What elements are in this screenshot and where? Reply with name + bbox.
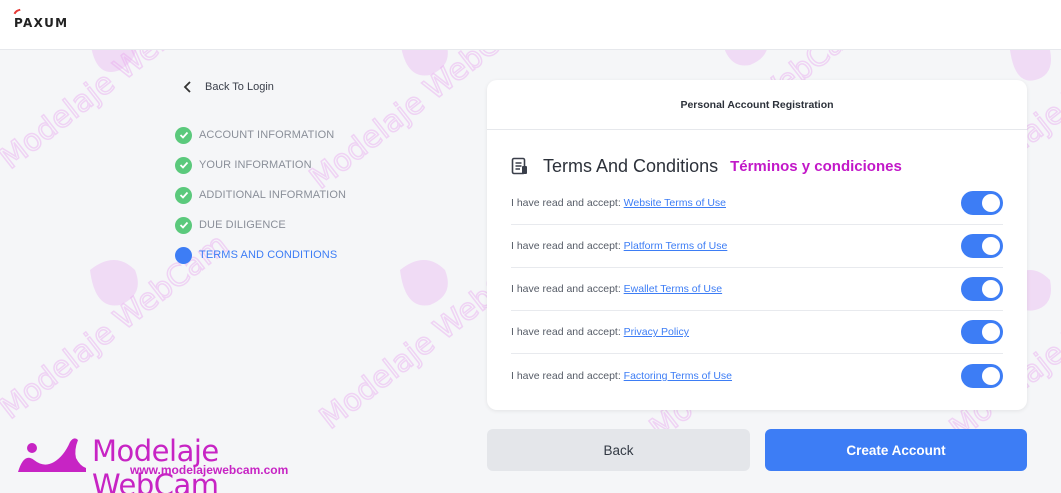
logo-text: PAXUM	[14, 16, 69, 30]
step-your-information: YOUR INFORMATION	[175, 150, 346, 180]
create-account-button[interactable]: Create Account	[765, 429, 1027, 471]
accept-prefix: I have read and accept:	[511, 283, 621, 295]
terms-row-factoring: I have read and accept: Factoring Terms …	[511, 354, 1003, 397]
check-circle-icon	[175, 186, 192, 204]
accept-prefix: I have read and accept:	[511, 240, 621, 252]
step-terms-and-conditions: TERMS AND CONDITIONS	[175, 240, 346, 270]
terms-list: I have read and accept: Website Terms of…	[511, 182, 1003, 397]
privacy-policy-toggle[interactable]	[961, 320, 1003, 344]
back-to-login-link[interactable]: Back To Login	[183, 80, 274, 94]
step-due-diligence: DUE DILIGENCE	[175, 210, 346, 240]
website-terms-toggle[interactable]	[961, 191, 1003, 215]
platform-terms-toggle[interactable]	[961, 234, 1003, 258]
terms-row-privacy: I have read and accept: Privacy Policy	[511, 311, 1003, 354]
terms-row-text: I have read and accept: Platform Terms o…	[511, 240, 727, 252]
toggle-knob	[982, 366, 1000, 385]
step-label: ADDITIONAL INFORMATION	[199, 189, 347, 201]
platform-terms-link[interactable]: Platform Terms of Use	[624, 240, 728, 252]
document-icon	[511, 157, 527, 175]
terms-row-text: I have read and accept: Website Terms of…	[511, 197, 726, 209]
website-terms-link[interactable]: Website Terms of Use	[624, 197, 726, 209]
step-label: DUE DILIGENCE	[199, 219, 286, 231]
step-label: YOUR INFORMATION	[199, 159, 312, 171]
paxum-logo[interactable]: PAXUM	[10, 8, 69, 30]
watermark-url: www.modelajewebcam.com	[130, 463, 289, 477]
ewallet-terms-link[interactable]: Ewallet Terms of Use	[624, 283, 722, 295]
terms-title: Terms And Conditions	[543, 156, 719, 176]
toggle-knob	[982, 237, 1000, 255]
accept-prefix: I have read and accept:	[511, 197, 621, 209]
watermark-figure-icon	[18, 438, 86, 472]
terms-title-spanish: Términos y condiciones	[730, 158, 902, 175]
toggle-knob	[982, 323, 1000, 341]
step-additional-information: ADDITIONAL INFORMATION	[175, 180, 346, 210]
accept-prefix: I have read and accept:	[511, 369, 621, 382]
terms-row-text: I have read and accept: Ewallet Terms of…	[511, 283, 722, 295]
section-title: Terms And Conditions Términos y condicio…	[511, 156, 902, 177]
step-label: ACCOUNT INFORMATION	[199, 129, 335, 141]
toggle-knob	[982, 194, 1000, 212]
step-label: TERMS AND CONDITIONS	[199, 249, 338, 261]
terms-row-ewallet: I have read and accept: Ewallet Terms of…	[511, 268, 1003, 311]
step-account-information: ACCOUNT INFORMATION	[175, 120, 346, 150]
chevron-left-icon	[183, 81, 191, 93]
factoring-terms-toggle[interactable]	[961, 363, 1003, 388]
toggle-knob	[982, 280, 1000, 298]
terms-row-platform: I have read and accept: Platform Terms o…	[511, 225, 1003, 268]
top-bar: PAXUM	[0, 0, 1061, 50]
terms-row-text: I have read and accept: Factoring Terms …	[511, 370, 732, 382]
check-circle-icon	[175, 156, 192, 174]
registration-card: Personal Account Registration Terms And …	[487, 80, 1027, 410]
back-to-login-label: Back To Login	[205, 81, 274, 93]
check-circle-icon	[175, 216, 192, 234]
back-button[interactable]: Back	[487, 429, 750, 471]
privacy-policy-link[interactable]: Privacy Policy	[624, 326, 689, 338]
terms-row-website: I have read and accept: Website Terms of…	[511, 182, 1003, 225]
ewallet-terms-toggle[interactable]	[961, 277, 1003, 301]
card-header: Personal Account Registration	[487, 80, 1027, 130]
terms-row-text: I have read and accept: Privacy Policy	[511, 326, 689, 338]
check-circle-icon	[175, 126, 192, 144]
watermark-logo: Modelaje WebCam www.modelajewebcam.com	[14, 432, 344, 493]
factoring-terms-link[interactable]: Factoring Terms of Use	[624, 370, 732, 382]
accept-prefix: I have read and accept:	[511, 326, 621, 338]
active-step-dot-icon	[175, 246, 192, 264]
registration-steps: ACCOUNT INFORMATION YOUR INFORMATION ADD…	[175, 120, 346, 270]
